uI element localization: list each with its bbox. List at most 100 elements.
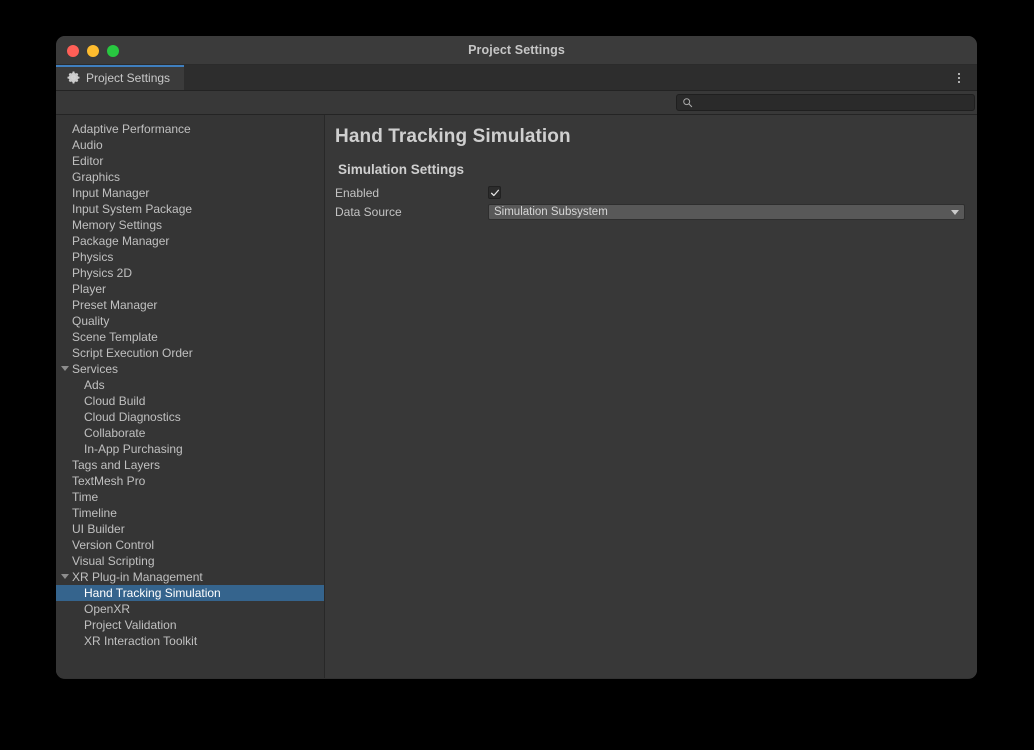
sidebar-item-package-manager[interactable]: Package Manager bbox=[56, 233, 324, 249]
sidebar-item-label: Timeline bbox=[72, 506, 117, 520]
window-title: Project Settings bbox=[468, 43, 565, 57]
sidebar-item-label: Player bbox=[72, 282, 107, 296]
sidebar-item-editor[interactable]: Editor bbox=[56, 153, 324, 169]
sidebar-item-label: Input Manager bbox=[72, 186, 150, 200]
sidebar-item-memory-settings[interactable]: Memory Settings bbox=[56, 217, 324, 233]
sidebar-item-label: Graphics bbox=[72, 170, 121, 184]
sidebar-item-label: Services bbox=[72, 362, 119, 376]
sidebar-item-script-execution-order[interactable]: Script Execution Order bbox=[56, 345, 324, 361]
property-field: Simulation Subsystem bbox=[488, 203, 977, 220]
property-field bbox=[488, 186, 977, 199]
sidebar-item-label: Physics bbox=[72, 250, 114, 264]
settings-nav-list: Adaptive Performance Audio Editor Graphics I… bbox=[56, 121, 324, 649]
sidebar-item-label: Visual Scripting bbox=[72, 554, 155, 568]
sidebar-item-collaborate[interactable]: Collaborate bbox=[56, 425, 324, 441]
sidebar-item-label: Physics 2D bbox=[72, 266, 133, 280]
window-titlebar: Project Settings bbox=[56, 36, 977, 65]
settings-body: Adaptive Performance Audio Editor Graphics I… bbox=[56, 115, 977, 678]
sidebar-item-ads[interactable]: Ads bbox=[56, 377, 324, 393]
sidebar-item-hand-tracking-simulation[interactable]: Hand Tracking Simulation bbox=[56, 585, 324, 601]
settings-content-pane: Hand Tracking Simulation Simulation Sett… bbox=[325, 115, 977, 678]
sidebar-item-version-control[interactable]: Version Control bbox=[56, 537, 324, 553]
sidebar-item-label: Tags and Layers bbox=[72, 458, 161, 472]
sidebar-item-label: Preset Manager bbox=[72, 298, 158, 312]
sidebar-item-label: Scene Template bbox=[72, 330, 158, 344]
sidebar-item-cloud-diagnostics[interactable]: Cloud Diagnostics bbox=[56, 409, 324, 425]
dot bbox=[958, 81, 960, 83]
sidebar-item-visual-scripting[interactable]: Visual Scripting bbox=[56, 553, 324, 569]
sidebar-item-project-validation[interactable]: Project Validation bbox=[56, 617, 324, 633]
dropdown-value: Simulation Subsystem bbox=[494, 205, 608, 218]
sidebar-item-label: Adaptive Performance bbox=[72, 122, 191, 136]
property-row-data-source: Data Source Simulation Subsystem bbox=[325, 202, 977, 221]
gear-icon bbox=[67, 71, 80, 84]
sidebar-item-preset-manager[interactable]: Preset Manager bbox=[56, 297, 324, 313]
sidebar-item-label: Editor bbox=[72, 154, 104, 168]
project-settings-window: Project Settings Project Settings Adapti… bbox=[56, 36, 977, 679]
sidebar-item-services[interactable]: Services bbox=[56, 361, 324, 377]
sidebar-item-time[interactable]: Time bbox=[56, 489, 324, 505]
sidebar-item-xr-interaction-toolkit[interactable]: XR Interaction Toolkit bbox=[56, 633, 324, 649]
sidebar-item-label: Ads bbox=[84, 378, 105, 392]
sidebar-item-timeline[interactable]: Timeline bbox=[56, 505, 324, 521]
sidebar-item-label: Cloud Build bbox=[84, 394, 146, 408]
chevron-down-icon[interactable] bbox=[61, 366, 69, 371]
sidebar-item-player[interactable]: Player bbox=[56, 281, 324, 297]
sidebar-item-ui-builder[interactable]: UI Builder bbox=[56, 521, 324, 537]
sidebar-item-xr-plug-in-management[interactable]: XR Plug-in Management bbox=[56, 569, 324, 585]
sidebar-item-label: Quality bbox=[72, 314, 110, 328]
data-source-dropdown[interactable]: Simulation Subsystem bbox=[488, 203, 965, 220]
sidebar-item-label: Cloud Diagnostics bbox=[84, 410, 181, 424]
dot bbox=[958, 73, 960, 75]
tab-label: Project Settings bbox=[86, 70, 171, 85]
search-input[interactable] bbox=[693, 95, 974, 110]
dot bbox=[958, 77, 960, 79]
sidebar-item-openxr[interactable]: OpenXR bbox=[56, 601, 324, 617]
search-field[interactable] bbox=[676, 94, 975, 111]
sidebar-item-textmesh-pro[interactable]: TextMesh Pro bbox=[56, 473, 324, 489]
sidebar-item-graphics[interactable]: Graphics bbox=[56, 169, 324, 185]
sidebar-item-in-app-purchasing[interactable]: In-App Purchasing bbox=[56, 441, 324, 457]
sidebar-item-tags-and-layers[interactable]: Tags and Layers bbox=[56, 457, 324, 473]
sidebar-item-adaptive-performance[interactable]: Adaptive Performance bbox=[56, 121, 324, 137]
sidebar-item-label: XR Interaction Toolkit bbox=[84, 634, 198, 648]
sidebar-item-label: Package Manager bbox=[72, 234, 170, 248]
chevron-down-icon[interactable] bbox=[61, 574, 69, 579]
sidebar-item-quality[interactable]: Quality bbox=[56, 313, 324, 329]
property-row-enabled: Enabled bbox=[325, 183, 977, 202]
property-label: Enabled bbox=[335, 185, 380, 200]
sidebar-item-label: Memory Settings bbox=[72, 218, 163, 232]
sidebar-item-label: UI Builder bbox=[72, 522, 125, 536]
sidebar-item-audio[interactable]: Audio bbox=[56, 137, 324, 153]
sidebar-item-physics[interactable]: Physics bbox=[56, 249, 324, 265]
sidebar-item-label: Input System Package bbox=[72, 202, 193, 216]
settings-sidebar[interactable]: Adaptive Performance Audio Editor Graphics I… bbox=[56, 115, 325, 678]
sidebar-item-cloud-build[interactable]: Cloud Build bbox=[56, 393, 324, 409]
sidebar-item-label: TextMesh Pro bbox=[72, 474, 146, 488]
sidebar-item-label: Hand Tracking Simulation bbox=[84, 586, 221, 600]
sidebar-item-label: Project Validation bbox=[84, 618, 177, 632]
tab-strip: Project Settings bbox=[56, 65, 977, 91]
property-label: Data Source bbox=[335, 204, 402, 219]
settings-toolbar bbox=[56, 91, 977, 115]
sidebar-item-input-manager[interactable]: Input Manager bbox=[56, 185, 324, 201]
check-icon bbox=[490, 189, 499, 196]
chevron-down-icon bbox=[951, 209, 959, 215]
sidebar-item-label: Collaborate bbox=[84, 426, 146, 440]
section-title: Simulation Settings bbox=[338, 162, 465, 177]
sidebar-item-label: Time bbox=[72, 490, 99, 504]
sidebar-item-physics-2d[interactable]: Physics 2D bbox=[56, 265, 324, 281]
enabled-checkbox[interactable] bbox=[488, 186, 501, 199]
page-title: Hand Tracking Simulation bbox=[335, 126, 571, 147]
search-icon bbox=[677, 97, 693, 108]
sidebar-item-label: Script Execution Order bbox=[72, 346, 193, 360]
tab-project-settings[interactable]: Project Settings bbox=[56, 65, 185, 90]
sidebar-item-label: Audio bbox=[72, 138, 103, 152]
sidebar-item-label: In-App Purchasing bbox=[84, 442, 183, 456]
more-vertical-icon[interactable] bbox=[949, 65, 969, 91]
sidebar-item-input-system-package[interactable]: Input System Package bbox=[56, 201, 324, 217]
sidebar-item-label: OpenXR bbox=[84, 602, 131, 616]
property-rows: Enabled Data Source Simulation Subsystem bbox=[325, 177, 977, 221]
sidebar-item-label: XR Plug-in Management bbox=[72, 570, 203, 584]
sidebar-item-scene-template[interactable]: Scene Template bbox=[56, 329, 324, 345]
